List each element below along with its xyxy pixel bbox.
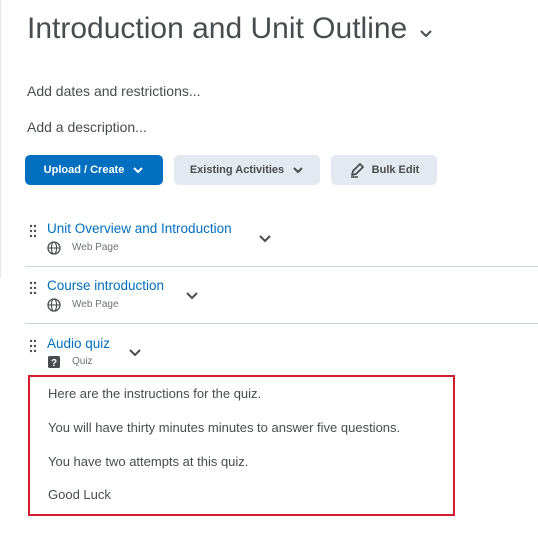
chevron-down-icon bbox=[133, 166, 144, 173]
drag-handle-icon[interactable] bbox=[29, 281, 37, 295]
chevron-down-icon bbox=[293, 166, 303, 173]
bulk-edit-button[interactable]: Bulk Edit bbox=[331, 155, 437, 185]
chevron-down-icon[interactable] bbox=[258, 234, 272, 244]
left-border bbox=[0, 0, 1, 278]
chevron-down-icon[interactable] bbox=[128, 348, 142, 358]
existing-activities-label: Existing Activities bbox=[189, 164, 285, 176]
globe-icon bbox=[47, 298, 61, 312]
item-type-label: Quiz bbox=[72, 356, 93, 367]
svg-text:?: ? bbox=[51, 358, 57, 369]
upload-create-button[interactable]: Upload / Create bbox=[25, 155, 163, 185]
quiz-icon: ? bbox=[48, 356, 60, 369]
chevron-down-icon[interactable] bbox=[418, 28, 434, 40]
drag-handle-icon[interactable] bbox=[29, 224, 37, 238]
item-title-link[interactable]: Unit Overview and Introduction bbox=[47, 221, 232, 236]
add-dates-link[interactable]: Add dates and restrictions... bbox=[27, 83, 201, 99]
item-title-link[interactable]: Course introduction bbox=[47, 278, 164, 293]
add-description-link[interactable]: Add a description... bbox=[27, 119, 147, 135]
bulk-edit-label: Bulk Edit bbox=[371, 164, 420, 176]
drag-handle-icon[interactable] bbox=[29, 339, 37, 353]
item-divider bbox=[25, 323, 538, 324]
globe-icon bbox=[47, 241, 61, 255]
module-title[interactable]: Introduction and Unit Outline bbox=[27, 12, 407, 46]
description-line: Good Luck bbox=[48, 487, 111, 502]
item-divider bbox=[25, 266, 538, 267]
chevron-down-icon[interactable] bbox=[185, 291, 199, 301]
item-type-label: Web Page bbox=[72, 299, 119, 310]
item-title-link[interactable]: Audio quiz bbox=[47, 336, 110, 351]
existing-activities-button[interactable]: Existing Activities bbox=[174, 155, 320, 185]
description-line: Here are the instructions for the quiz. bbox=[48, 386, 262, 401]
pencil-icon bbox=[350, 163, 364, 178]
description-line: You will have thirty minutes minutes to … bbox=[48, 420, 401, 435]
description-line: You have two attempts at this quiz. bbox=[48, 454, 249, 469]
upload-create-label: Upload / Create bbox=[43, 164, 125, 176]
quiz-description-panel: Here are the instructions for the quiz. … bbox=[28, 375, 455, 516]
item-type-label: Web Page bbox=[72, 242, 119, 253]
